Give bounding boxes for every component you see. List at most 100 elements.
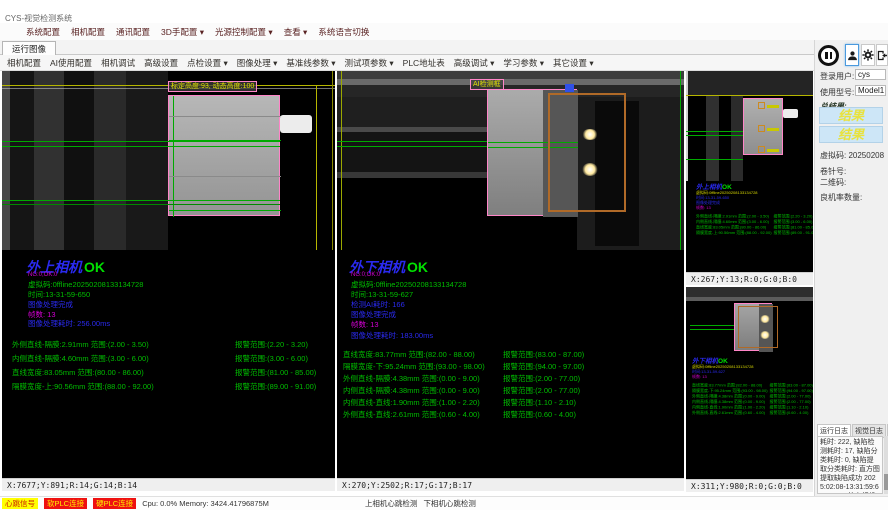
left-camera-view[interactable]: 标定高度:93, 动态高度:100 外上相机OK NG:0;OK:0 虚拟码:0… bbox=[2, 71, 335, 478]
thumb-band bbox=[686, 297, 813, 301]
thumb-green-line bbox=[686, 135, 743, 136]
thumb-top-text: 外上相机OK 虚拟码:0ffline20250208133134728 时间:1… bbox=[696, 183, 813, 236]
mid-image-band bbox=[337, 71, 684, 79]
menu-camera-config[interactable]: 相机配置 bbox=[71, 26, 105, 38]
menu-language-switch[interactable]: 系统语言切换 bbox=[318, 26, 369, 38]
thumb-calib-line bbox=[686, 95, 813, 96]
left-pixel-status: X:7677;Y:891;R:14;G:14;B:14 bbox=[2, 478, 335, 491]
menu-system-config[interactable]: 系统配置 bbox=[26, 26, 60, 38]
login-user-button[interactable] bbox=[845, 44, 859, 66]
thumb-bottom-pixel-status: X:311;Y:980;R:0;G:0;B:0 bbox=[686, 479, 813, 492]
left-image-band bbox=[34, 71, 64, 250]
menu-comm-config[interactable]: 通讯配置 bbox=[116, 26, 150, 38]
left-green-line bbox=[2, 141, 280, 142]
right-sidebar: 登录用户: cys 使用型号: Model1 总结果: 结果 结果 虚拟码: 2… bbox=[814, 40, 888, 496]
thumb-green-line bbox=[690, 329, 734, 330]
thumb-band bbox=[688, 71, 813, 95]
tool-advanced-debug[interactable]: 高级调试 ▾ bbox=[454, 57, 495, 69]
mid-blue-marker bbox=[565, 84, 574, 92]
thumb-bottom-text: 外下相机OK 虚拟码:0ffline20250208133134728 时间:1… bbox=[692, 357, 813, 416]
mid-counter-text: NG:0;OK:0 bbox=[351, 272, 380, 278]
left-image-band bbox=[94, 71, 126, 250]
thumb-bottom-view[interactable]: 外下相机OK 虚拟码:0ffline20250208133134728 时间:1… bbox=[686, 287, 813, 479]
left-image-band bbox=[10, 71, 34, 250]
mid-image-band bbox=[337, 97, 487, 127]
gear-icon bbox=[862, 49, 874, 61]
bottom-camera-heartbeat-text: 下相机心跳检测 bbox=[423, 498, 476, 509]
left-image-band bbox=[2, 71, 10, 250]
log-scroll-thumb[interactable] bbox=[884, 474, 888, 490]
thumb-top-view[interactable]: 外上相机OK 虚拟码:0ffline20250208133134728 时间:1… bbox=[686, 71, 813, 272]
thumb-ai-box bbox=[738, 306, 778, 348]
left-done-text: 图像处理完成 bbox=[28, 301, 73, 309]
measure-row: 内侧直线-隔膜:4.60mm 范围:(3.00 - 6.00)报警范围:(3.0… bbox=[12, 353, 149, 364]
tool-image-processing[interactable]: 图像处理 ▾ bbox=[237, 57, 278, 69]
left-frames-text: 帧数: 13 bbox=[28, 311, 56, 319]
tool-test-item-params[interactable]: 测试项参数 ▾ bbox=[345, 57, 394, 69]
mid-frames-text: 帧数: 13 bbox=[351, 321, 379, 329]
settings-button[interactable] bbox=[861, 44, 875, 66]
mid-left-vline bbox=[341, 71, 342, 250]
mid-green-line bbox=[337, 141, 487, 142]
top-camera-heartbeat-text: 上相机心跳检测 bbox=[365, 498, 418, 509]
yield-count-label: 良机率数量: bbox=[820, 192, 862, 203]
tool-ai-use-config[interactable]: AI使用配置 bbox=[50, 57, 92, 69]
left-code-text: 虚拟码:0ffline20250208133134728 bbox=[28, 281, 143, 289]
mid-camera-view[interactable]: AI检测框 外下相机OK NG:0;OK:0 虚拟码:0ffline202502… bbox=[337, 71, 684, 478]
left-time-text: 时间:13-31-59-650 bbox=[28, 291, 90, 299]
tool-spot-check[interactable]: 点检设置 ▾ bbox=[187, 57, 228, 69]
exit-door-icon bbox=[877, 50, 887, 61]
left-image-band bbox=[64, 71, 94, 250]
login-user-value[interactable]: cys bbox=[855, 69, 886, 80]
left-green-line bbox=[2, 200, 280, 201]
reel-number-label: 卷针号: bbox=[820, 166, 846, 177]
menu-3d-hand-config[interactable]: 3D手配置 ▾ bbox=[161, 26, 204, 38]
tool-camera-config[interactable]: 相机配置 bbox=[7, 57, 41, 69]
tool-learning-params[interactable]: 学习参数 ▾ bbox=[503, 57, 544, 69]
model-value[interactable]: Model1 bbox=[855, 85, 886, 96]
login-user-label: 登录用户: bbox=[820, 71, 854, 82]
measure-row: 外侧直线-隔膜:4.38mm 范围:(0.00 - 9.00)报警范围:(2.0… bbox=[343, 373, 480, 384]
menu-view[interactable]: 查看 ▾ bbox=[284, 26, 308, 38]
mid-green-line bbox=[337, 146, 487, 147]
status-bar: 心跳信号 软PLC连接 硬PLC连接 Cpu: 0.0% Memory: 342… bbox=[0, 496, 888, 510]
result-box-1: 结果 bbox=[819, 107, 883, 124]
measure-row: 内侧直线-直线:1.90mm 范围:(1.00 - 2.20)报警范围:(1.1… bbox=[343, 397, 480, 408]
menu-light-control-config[interactable]: 光源控制配置 ▾ bbox=[215, 26, 273, 38]
bright-blob bbox=[760, 315, 770, 323]
left-counter-text: NG:0;OK:0 bbox=[28, 272, 57, 278]
left-cell-region bbox=[168, 95, 280, 216]
left-height-label: 标定高度:93, 动态高度:100 bbox=[168, 81, 257, 92]
measure-row: 隔膜宽度-下:95.24mm 范围:(93.00 - 98.00)报警范围:(9… bbox=[343, 361, 485, 372]
measure-row: 直线宽度:83.05mm 范围:(80.00 - 86.00)报警范围:(81.… bbox=[12, 367, 144, 378]
tool-plc-address-table[interactable]: PLC地址表 bbox=[403, 57, 445, 69]
measure-row: 隔膜宽度-上:90.56mm 范围:(88.00 - 92.00)报警范围:(8… bbox=[12, 381, 154, 392]
tool-camera-debug[interactable]: 相机调试 bbox=[101, 57, 135, 69]
user-icon bbox=[847, 50, 858, 61]
measure-row: 直线宽度:83.77mm 范围:(82.00 - 88.00)报警范围:(83.… bbox=[343, 349, 475, 360]
thumb-green-line bbox=[686, 159, 743, 160]
left-green-line bbox=[2, 146, 280, 147]
tool-baseline-params[interactable]: 基准线参数 ▾ bbox=[286, 57, 335, 69]
measure-row: 内侧直线-隔膜:4.38mm 范围:(0.00 - 9.00)报警范围:(2.0… bbox=[343, 385, 480, 396]
thumb-connector-shape bbox=[783, 109, 798, 118]
tab-run-image[interactable]: 运行图像 bbox=[2, 41, 56, 55]
mid-image-band bbox=[337, 172, 487, 178]
mid-ai-label: AI检测框 bbox=[470, 79, 504, 90]
heartbeat-badge: 心跳信号 bbox=[2, 498, 38, 509]
pause-button[interactable] bbox=[818, 45, 839, 66]
mid-ai-elapsed-text: 检测AI耗时: 166 bbox=[351, 301, 405, 309]
thumb-cell-region bbox=[743, 98, 783, 155]
tool-other-settings[interactable]: 其它设置 ▾ bbox=[553, 57, 594, 69]
measure-row: 外侧直线-隔膜:2.91mm 范围:(2.00 - 3.50)报警范围:(2.2… bbox=[12, 339, 149, 350]
model-label: 使用型号: bbox=[820, 87, 854, 98]
left-yellow-vline bbox=[316, 85, 317, 250]
bright-blob bbox=[760, 331, 770, 339]
tool-advanced-settings[interactable]: 高级设置 bbox=[144, 57, 178, 69]
left-green-line bbox=[2, 204, 280, 205]
left-image-band bbox=[126, 71, 168, 250]
log-scrollbar[interactable] bbox=[884, 436, 888, 494]
exit-button[interactable] bbox=[876, 44, 888, 66]
result-box-2: 结果 bbox=[819, 126, 883, 143]
bright-blob bbox=[582, 163, 598, 176]
